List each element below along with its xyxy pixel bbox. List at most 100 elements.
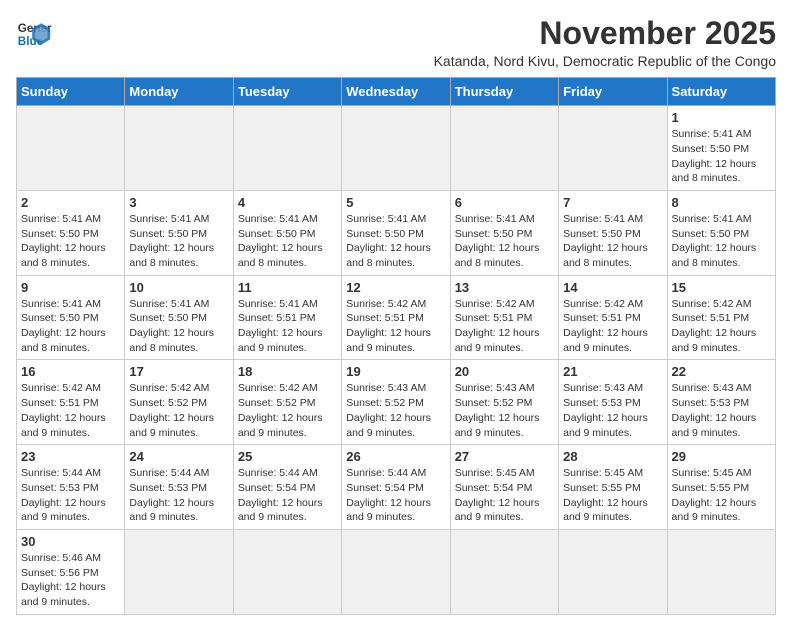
calendar-title: November 2025 [434,16,776,51]
day-info: Sunrise: 5:43 AMSunset: 5:52 PMDaylight:… [346,381,445,440]
day-number: 3 [129,195,228,210]
day-number: 20 [455,364,554,379]
day-info: Sunrise: 5:41 AMSunset: 5:50 PMDaylight:… [21,297,120,356]
calendar-day-cell: 22Sunrise: 5:43 AMSunset: 5:53 PMDayligh… [667,360,775,445]
day-info: Sunrise: 5:46 AMSunset: 5:56 PMDaylight:… [21,551,120,610]
weekday-header: Tuesday [233,78,341,106]
calendar-day-cell: 10Sunrise: 5:41 AMSunset: 5:50 PMDayligh… [125,275,233,360]
calendar-week-row: 9 Sunrise: 5:41 AMSunset: 5:50 PMDaylight… [17,275,776,360]
weekday-header-row: SundayMondayTuesdayWednesdayThursdayFrid… [17,78,776,106]
weekday-header: Monday [125,78,233,106]
calendar-day-cell: 18 Sunrise: 5:42 AMSunset: 5:52 PMDayligh… [233,360,341,445]
calendar-day-cell: 3Sunrise: 5:41 AMSunset: 5:50 PMDaylight… [125,190,233,275]
calendar-day-cell: 16 Sunrise: 5:42 AMSunset: 5:51 PMDayligh… [17,360,125,445]
day-number: 12 [346,280,445,295]
calendar-week-row: 30Sunrise: 5:46 AMSunset: 5:56 PMDayligh… [17,529,776,614]
day-number: 16 [21,364,120,379]
calendar-day-cell: 26 Sunrise: 5:44 AMSunset: 5:54 PMDayligh… [342,445,450,530]
day-number: 29 [672,449,771,464]
calendar-day-cell: 2 Sunrise: 5:41 AMSunset: 5:50 PMDaylight… [17,190,125,275]
day-number: 19 [346,364,445,379]
day-info: Sunrise: 5:41 AMSunset: 5:50 PMDaylight:… [672,212,771,271]
header: General Blue November 2025 Katanda, Nord… [16,16,776,69]
day-number: 27 [455,449,554,464]
calendar-day-cell: 27Sunrise: 5:45 AMSunset: 5:54 PMDayligh… [450,445,558,530]
calendar-week-row: 23 Sunrise: 5:44 AMSunset: 5:53 PMDayligh… [17,445,776,530]
calendar-day-cell [342,529,450,614]
calendar-day-cell: 4Sunrise: 5:41 AMSunset: 5:50 PMDaylight… [233,190,341,275]
calendar-day-cell: 6 Sunrise: 5:41 AMSunset: 5:50 PMDaylight… [450,190,558,275]
day-info: Sunrise: 5:43 AMSunset: 5:53 PMDaylight:… [563,381,662,440]
day-info: Sunrise: 5:44 AMSunset: 5:54 PMDaylight:… [238,466,337,525]
day-info: Sunrise: 5:42 AMSunset: 5:51 PMDaylight:… [346,297,445,356]
calendar-day-cell [342,106,450,191]
day-number: 15 [672,280,771,295]
day-number: 22 [672,364,771,379]
day-number: 13 [455,280,554,295]
day-info: Sunrise: 5:42 AMSunset: 5:51 PMDaylight:… [563,297,662,356]
calendar-day-cell: 8 Sunrise: 5:41 AMSunset: 5:50 PMDaylight… [667,190,775,275]
day-info: Sunrise: 5:44 AMSunset: 5:53 PMDaylight:… [21,466,120,525]
day-info: Sunrise: 5:41 AMSunset: 5:50 PMDaylight:… [346,212,445,271]
day-info: Sunrise: 5:45 AMSunset: 5:55 PMDaylight:… [672,466,771,525]
calendar-week-row: 16 Sunrise: 5:42 AMSunset: 5:51 PMDayligh… [17,360,776,445]
calendar-day-cell [125,529,233,614]
day-number: 24 [129,449,228,464]
day-number: 8 [672,195,771,210]
weekday-header: Thursday [450,78,558,106]
weekday-header: Sunday [17,78,125,106]
calendar-day-cell [233,106,341,191]
calendar-day-cell [125,106,233,191]
calendar-week-row: 1 Sunrise: 5:41 AMSunset: 5:50 PMDaylight… [17,106,776,191]
day-number: 6 [455,195,554,210]
calendar-day-cell [559,106,667,191]
day-info: Sunrise: 5:42 AMSunset: 5:51 PMDaylight:… [455,297,554,356]
calendar-day-cell: 13 Sunrise: 5:42 AMSunset: 5:51 PMDayligh… [450,275,558,360]
day-number: 17 [129,364,228,379]
day-number: 9 [21,280,120,295]
calendar-subtitle: Katanda, Nord Kivu, Democratic Republic … [434,53,776,69]
day-info: Sunrise: 5:41 AMSunset: 5:50 PMDaylight:… [21,212,120,271]
calendar-table: SundayMondayTuesdayWednesdayThursdayFrid… [16,77,776,615]
day-info: Sunrise: 5:44 AMSunset: 5:53 PMDaylight:… [129,466,228,525]
calendar-day-cell [17,106,125,191]
calendar-day-cell: 25 Sunrise: 5:44 AMSunset: 5:54 PMDayligh… [233,445,341,530]
day-info: Sunrise: 5:42 AMSunset: 5:52 PMDaylight:… [129,381,228,440]
weekday-header: Wednesday [342,78,450,106]
calendar-day-cell: 30Sunrise: 5:46 AMSunset: 5:56 PMDayligh… [17,529,125,614]
day-number: 28 [563,449,662,464]
logo-icon: General Blue [16,16,52,52]
day-info: Sunrise: 5:41 AMSunset: 5:51 PMDaylight:… [238,297,337,356]
day-info: Sunrise: 5:42 AMSunset: 5:51 PMDaylight:… [21,381,120,440]
weekday-header: Friday [559,78,667,106]
calendar-day-cell: 14 Sunrise: 5:42 AMSunset: 5:51 PMDayligh… [559,275,667,360]
day-number: 7 [563,195,662,210]
calendar-day-cell: 7Sunrise: 5:41 AMSunset: 5:50 PMDaylight… [559,190,667,275]
calendar-day-cell [233,529,341,614]
day-info: Sunrise: 5:44 AMSunset: 5:54 PMDaylight:… [346,466,445,525]
calendar-day-cell: 17 Sunrise: 5:42 AMSunset: 5:52 PMDayligh… [125,360,233,445]
title-block: November 2025 Katanda, Nord Kivu, Democr… [434,16,776,69]
calendar-day-cell: 24 Sunrise: 5:44 AMSunset: 5:53 PMDayligh… [125,445,233,530]
day-info: Sunrise: 5:41 AMSunset: 5:50 PMDaylight:… [672,127,771,186]
calendar-day-cell: 23 Sunrise: 5:44 AMSunset: 5:53 PMDayligh… [17,445,125,530]
day-info: Sunrise: 5:41 AMSunset: 5:50 PMDaylight:… [129,297,228,356]
day-info: Sunrise: 5:45 AMSunset: 5:55 PMDaylight:… [563,466,662,525]
calendar-day-cell: 1 Sunrise: 5:41 AMSunset: 5:50 PMDaylight… [667,106,775,191]
day-info: Sunrise: 5:42 AMSunset: 5:52 PMDaylight:… [238,381,337,440]
day-number: 26 [346,449,445,464]
day-number: 14 [563,280,662,295]
day-number: 25 [238,449,337,464]
calendar-day-cell: 5Sunrise: 5:41 AMSunset: 5:50 PMDaylight… [342,190,450,275]
calendar-day-cell: 9 Sunrise: 5:41 AMSunset: 5:50 PMDaylight… [17,275,125,360]
calendar-day-cell: 15Sunrise: 5:42 AMSunset: 5:51 PMDayligh… [667,275,775,360]
day-number: 23 [21,449,120,464]
day-info: Sunrise: 5:41 AMSunset: 5:50 PMDaylight:… [455,212,554,271]
calendar-day-cell [450,529,558,614]
day-number: 18 [238,364,337,379]
day-number: 1 [672,110,771,125]
day-number: 11 [238,280,337,295]
calendar-day-cell: 19 Sunrise: 5:43 AMSunset: 5:52 PMDayligh… [342,360,450,445]
weekday-header: Saturday [667,78,775,106]
day-number: 2 [21,195,120,210]
